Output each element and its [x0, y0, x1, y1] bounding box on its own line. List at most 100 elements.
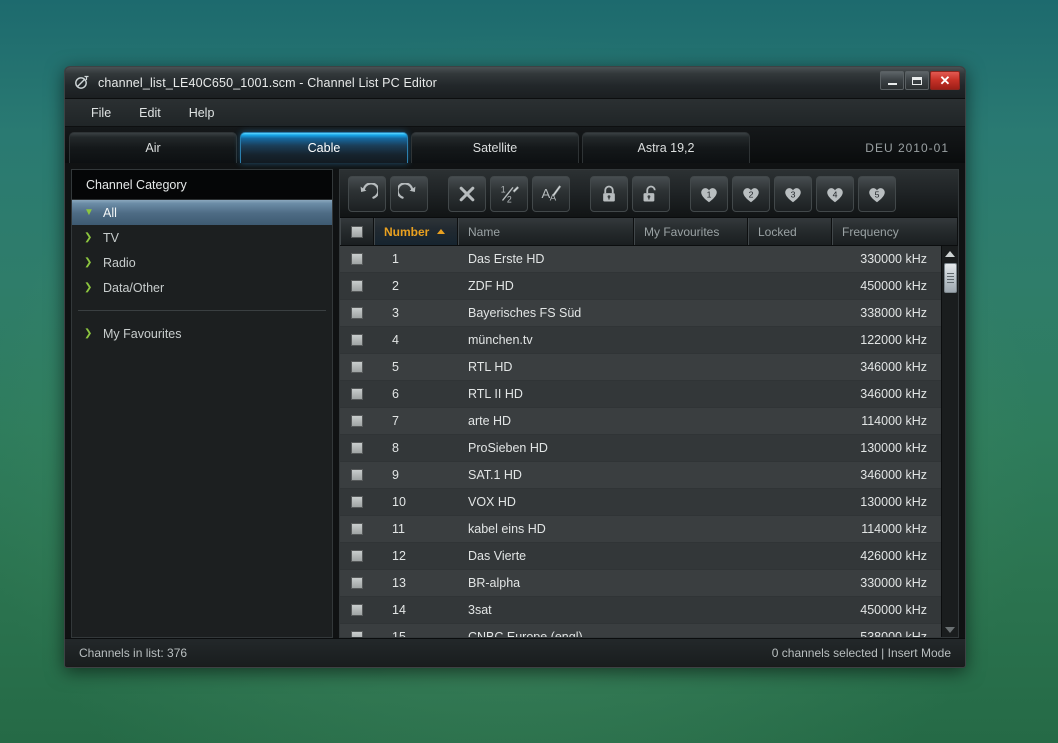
favourite-2-button[interactable]: 2 — [732, 175, 770, 212]
rename-button[interactable]: A A — [532, 175, 570, 212]
table-body: 1 Das Erste HD 330000 kHz 2 ZDF HD 450000 kHz… — [340, 246, 941, 637]
redo-button[interactable] — [390, 175, 428, 212]
table-row[interactable]: 5 RTL HD 346000 kHz — [340, 354, 941, 381]
sidebar-item-all[interactable]: ▼ All — [72, 200, 332, 225]
table-row[interactable]: 6 RTL II HD 346000 kHz — [340, 381, 941, 408]
delete-button[interactable] — [448, 175, 486, 212]
undo-button[interactable] — [348, 175, 386, 212]
column-header-my-favourites[interactable]: My Favourites — [634, 218, 748, 245]
row-checkbox[interactable] — [351, 469, 363, 481]
row-checkbox-cell[interactable] — [340, 253, 374, 265]
row-checkbox[interactable] — [351, 415, 363, 427]
table-row[interactable]: 7 arte HD 114000 kHz — [340, 408, 941, 435]
row-checkbox-cell[interactable] — [340, 577, 374, 589]
renumber-button[interactable]: 1 2 — [490, 175, 528, 212]
cell-frequency: 346000 kHz — [860, 360, 927, 374]
row-checkbox-cell[interactable] — [340, 604, 374, 616]
chevron-right-icon: ❯ — [84, 327, 93, 339]
menu-item-help[interactable]: Help — [175, 102, 229, 124]
sidebar-item-data-other[interactable]: ❯ Data/Other — [72, 275, 332, 300]
row-checkbox-cell[interactable] — [340, 415, 374, 427]
table-row[interactable]: 4 münchen.tv 122000 kHz — [340, 327, 941, 354]
row-checkbox[interactable] — [351, 631, 363, 637]
row-checkbox[interactable] — [351, 577, 363, 589]
row-checkbox[interactable] — [351, 523, 363, 535]
row-checkbox[interactable] — [351, 442, 363, 454]
row-checkbox-cell[interactable] — [340, 334, 374, 346]
favourite-3-button[interactable]: 3 — [774, 175, 812, 212]
row-checkbox[interactable] — [351, 604, 363, 616]
close-button[interactable]: ✕ — [930, 71, 960, 90]
column-header-frequency[interactable]: Frequency — [832, 218, 958, 245]
row-checkbox-cell[interactable] — [340, 280, 374, 292]
menu-item-edit[interactable]: Edit — [125, 102, 175, 124]
maximize-icon — [912, 76, 922, 85]
row-checkbox[interactable] — [351, 550, 363, 562]
cell-frequency: 330000 kHz — [860, 576, 927, 590]
menu-item-file[interactable]: File — [77, 102, 125, 124]
table-row[interactable]: 15 CNBC Europe (engl) 538000 kHz — [340, 624, 941, 637]
sidebar-item-my-favourites[interactable]: ❯ My Favourites — [72, 321, 332, 346]
table-row[interactable]: 10 VOX HD 130000 kHz — [340, 489, 941, 516]
column-header-select-all[interactable] — [340, 218, 374, 245]
status-bar: Channels in list: 376 0 channels selecte… — [65, 638, 965, 666]
vertical-scrollbar[interactable] — [941, 246, 958, 637]
cell-number: 1 — [392, 252, 399, 266]
tab-air[interactable]: Air — [69, 132, 237, 163]
lock-button[interactable] — [590, 175, 628, 212]
tab-cable[interactable]: Cable — [240, 132, 408, 163]
table-row[interactable]: 14 3sat 450000 kHz — [340, 597, 941, 624]
row-checkbox-cell[interactable] — [340, 442, 374, 454]
row-checkbox-cell[interactable] — [340, 307, 374, 319]
row-checkbox-cell[interactable] — [340, 361, 374, 373]
table-row[interactable]: 11 kabel eins HD 114000 kHz — [340, 516, 941, 543]
table-row[interactable]: 3 Bayerisches FS Süd 338000 kHz — [340, 300, 941, 327]
tab-satellite[interactable]: Satellite — [411, 132, 579, 163]
row-checkbox-cell[interactable] — [340, 469, 374, 481]
row-checkbox-cell[interactable] — [340, 388, 374, 400]
cell-frequency: 426000 kHz — [860, 549, 927, 563]
renumber-icon: 1 2 — [500, 185, 519, 204]
column-header-name[interactable]: Name — [458, 218, 634, 245]
scroll-up-button[interactable] — [942, 246, 959, 261]
unlock-button[interactable] — [632, 175, 670, 212]
cell-frequency: 338000 kHz — [860, 306, 927, 320]
table-row[interactable]: 2 ZDF HD 450000 kHz — [340, 273, 941, 300]
scrollbar-thumb[interactable] — [943, 263, 957, 293]
row-checkbox[interactable] — [351, 361, 363, 373]
cell-name: Bayerisches FS Süd — [468, 306, 582, 320]
cell-number: 10 — [392, 495, 406, 509]
scroll-down-button[interactable] — [942, 622, 959, 637]
row-checkbox-cell[interactable] — [340, 631, 374, 637]
row-checkbox[interactable] — [351, 334, 363, 346]
minimize-button[interactable] — [880, 71, 904, 90]
row-checkbox[interactable] — [351, 388, 363, 400]
favourite-1-button[interactable]: 1 — [690, 175, 728, 212]
row-checkbox[interactable] — [351, 253, 363, 265]
cell-name: ZDF HD — [468, 279, 514, 293]
table-row[interactable]: 13 BR-alpha 330000 kHz — [340, 570, 941, 597]
select-all-checkbox[interactable] — [350, 225, 363, 238]
sidebar-item-tv[interactable]: ❯ TV — [72, 225, 332, 250]
maximize-button[interactable] — [905, 71, 929, 90]
table-row[interactable]: 12 Das Vierte 426000 kHz — [340, 543, 941, 570]
row-checkbox-cell[interactable] — [340, 550, 374, 562]
row-checkbox[interactable] — [351, 496, 363, 508]
table-row[interactable]: 8 ProSieben HD 130000 kHz — [340, 435, 941, 462]
sidebar-item-radio[interactable]: ❯ Radio — [72, 250, 332, 275]
table-row[interactable]: 9 SAT.1 HD 346000 kHz — [340, 462, 941, 489]
row-checkbox[interactable] — [351, 280, 363, 292]
table-row[interactable]: 1 Das Erste HD 330000 kHz — [340, 246, 941, 273]
row-checkbox[interactable] — [351, 307, 363, 319]
cell-name: CNBC Europe (engl) — [468, 630, 583, 637]
favourite-5-button[interactable]: 5 — [858, 175, 896, 212]
cell-frequency: 114000 kHz — [861, 522, 927, 536]
scrollbar-track[interactable] — [942, 261, 959, 622]
row-checkbox-cell[interactable] — [340, 496, 374, 508]
tab-astra-19-2[interactable]: Astra 19,2 — [582, 132, 750, 163]
favourite-4-button[interactable]: 4 — [816, 175, 854, 212]
window-controls: ✕ — [880, 71, 960, 90]
column-header-number[interactable]: Number — [374, 218, 458, 245]
row-checkbox-cell[interactable] — [340, 523, 374, 535]
column-header-locked[interactable]: Locked — [748, 218, 832, 245]
